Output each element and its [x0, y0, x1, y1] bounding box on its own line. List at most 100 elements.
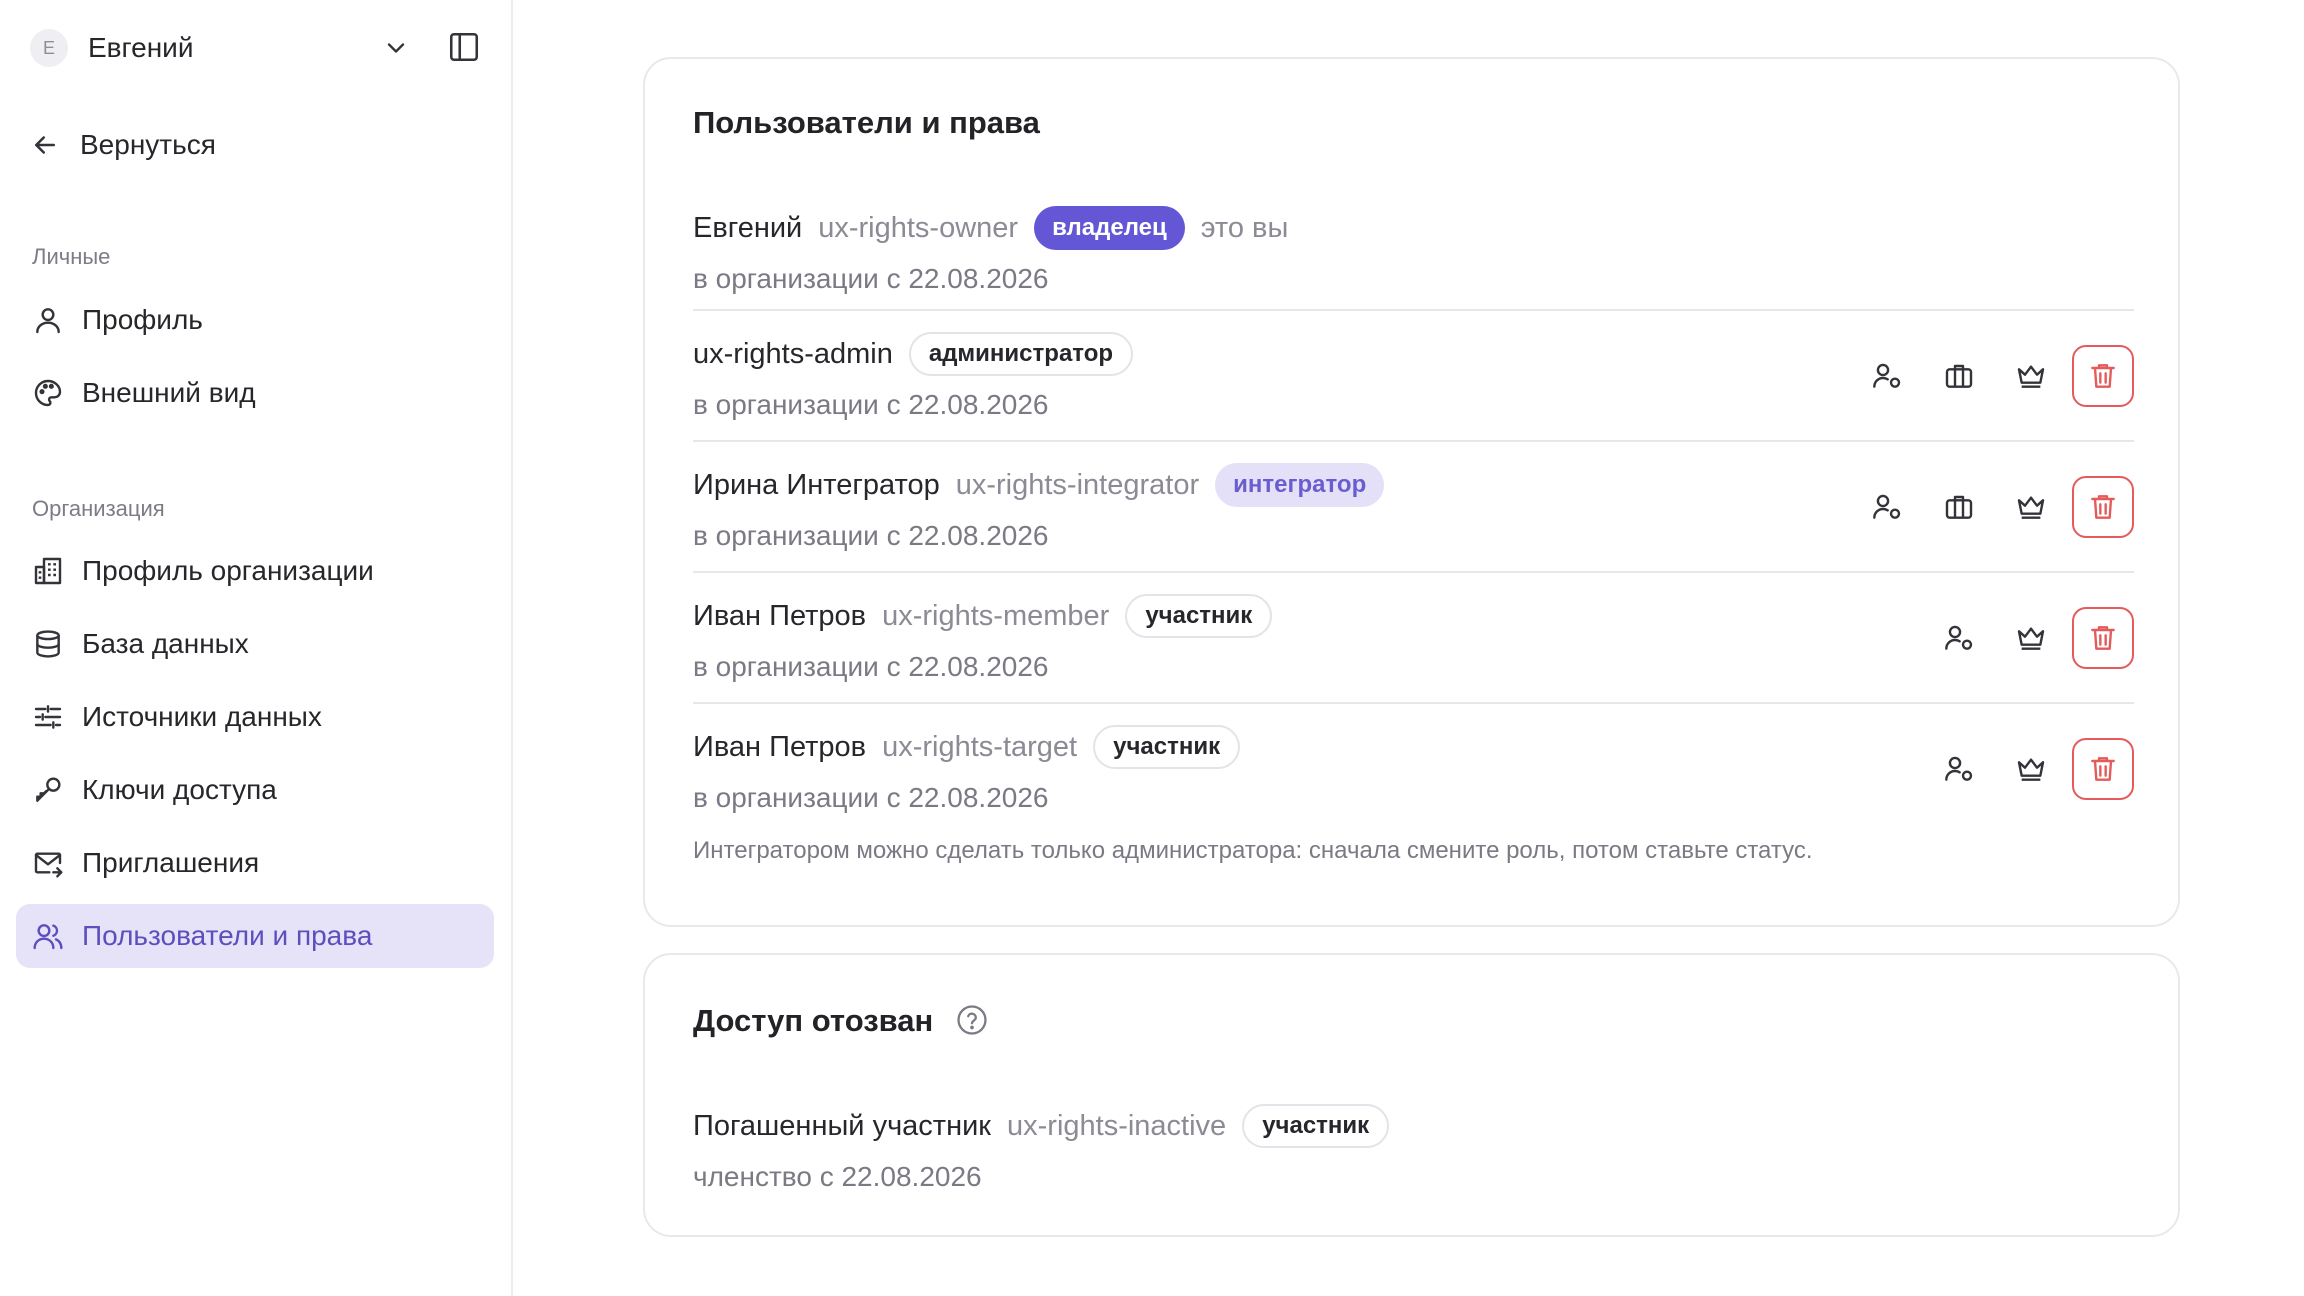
member-since: в организации с 22.08.2026 — [693, 651, 1049, 682]
make-integrator-button[interactable] — [1928, 345, 1990, 407]
crown-icon — [2017, 627, 2045, 650]
sidebar-item-database[interactable]: База данных — [16, 612, 494, 676]
delete-user-button[interactable] — [2072, 607, 2134, 669]
row-actions — [1918, 607, 2134, 669]
user-login: ux-rights-owner — [818, 211, 1019, 244]
building-icon — [34, 557, 62, 585]
sidebar-item-profile[interactable]: Профиль — [16, 288, 494, 352]
mail-icon — [34, 852, 63, 878]
sidebar: Е Евгений Вернуться Личные Профиль Внешн… — [0, 0, 513, 1296]
trash-icon — [2091, 364, 2115, 388]
revoked-access-card: Доступ отозван Погашенный участник ux-ri… — [643, 953, 2180, 1237]
arrow-left-icon — [35, 136, 55, 154]
transfer-ownership-button[interactable] — [2000, 738, 2062, 800]
card-title: Доступ отозван — [693, 1003, 934, 1038]
role-badge: участник — [1242, 1104, 1390, 1148]
role-badge: участник — [1125, 594, 1273, 638]
member-since: в организации с 22.08.2026 — [693, 389, 1049, 420]
integrator-hint: Интегратором можно сделать только админи… — [693, 837, 1813, 864]
user-row-header: Иван Петров ux-rights-member участник — [693, 593, 1273, 639]
briefcase-icon — [1945, 364, 1973, 388]
user-login: ux-rights-inactive — [1007, 1109, 1227, 1142]
sidebar-item-label: Пользователи и права — [82, 920, 373, 951]
user-row-integrator: Ирина Интегратор ux-rights-integrator ин… — [693, 440, 2134, 571]
row-actions — [1846, 345, 2134, 407]
user-login: ux-rights-integrator — [955, 468, 1200, 501]
delete-user-button[interactable] — [2072, 345, 2134, 407]
crown-icon — [2017, 365, 2045, 388]
back-label: Вернуться — [80, 129, 216, 160]
section-label-organization: Организация — [32, 496, 165, 521]
palette-icon — [34, 379, 62, 407]
user-icon — [36, 308, 60, 334]
user-name: ux-rights-admin — [693, 337, 893, 370]
transfer-ownership-button[interactable] — [2000, 607, 2062, 669]
sidebar-item-access-keys[interactable]: Ключи доступа — [16, 758, 494, 822]
trash-icon — [2091, 757, 2115, 781]
user-row-member: Иван Петров ux-rights-member участник в … — [693, 571, 2134, 702]
section-label-personal: Личные — [32, 244, 111, 269]
user-name: Евгений — [693, 211, 803, 244]
user-cog-icon — [1945, 625, 1973, 650]
users-icon — [33, 924, 63, 950]
back-link[interactable]: Вернуться — [30, 125, 216, 165]
help-icon[interactable] — [955, 1003, 989, 1037]
chevron-down-icon — [387, 43, 405, 53]
sidebar-item-label: Источники данных — [82, 701, 322, 732]
sidebar-item-invitations[interactable]: Приглашения — [16, 831, 494, 895]
change-role-button[interactable] — [1928, 738, 1990, 800]
database-icon — [36, 630, 60, 658]
user-name: Ирина Интегратор — [693, 468, 940, 501]
user-name: Евгений — [88, 32, 194, 63]
sidebar-item-org-profile[interactable]: Профиль организации — [16, 539, 494, 603]
delete-user-button[interactable] — [2072, 476, 2134, 538]
change-role-button[interactable] — [1928, 607, 1990, 669]
sidebar-item-label: Профиль — [82, 304, 203, 335]
role-badge: участник — [1093, 725, 1241, 769]
transfer-ownership-button[interactable] — [2000, 476, 2062, 538]
sidebar-item-data-sources[interactable]: Источники данных — [16, 685, 494, 749]
user-cog-icon — [1945, 756, 1973, 781]
change-role-button[interactable] — [1856, 345, 1918, 407]
self-label: это вы — [1200, 211, 1289, 244]
user-row-header: Иван Петров ux-rights-target участник — [693, 724, 1241, 770]
transfer-ownership-button[interactable] — [2000, 345, 2062, 407]
avatar: Е — [30, 29, 68, 67]
crown-icon — [2017, 496, 2045, 519]
crown-icon — [2017, 758, 2045, 781]
sidebar-item-appearance[interactable]: Внешний вид — [16, 361, 494, 425]
sidebar-toggle-icon[interactable] — [447, 30, 481, 64]
user-login: ux-rights-target — [882, 730, 1078, 763]
user-cog-icon — [1873, 363, 1901, 388]
user-row-header: ux-rights-admin администратор — [693, 331, 1134, 377]
sidebar-item-label: База данных — [82, 628, 249, 659]
user-row-header: Погашенный участник ux-rights-inactive у… — [693, 1103, 1390, 1149]
delete-user-button[interactable] — [2072, 738, 2134, 800]
app: Е Евгений Вернуться Личные Профиль Внешн… — [0, 0, 2304, 1296]
user-row-header: Евгений ux-rights-owner владелец это вы — [693, 205, 1288, 251]
briefcase-icon — [1945, 495, 1973, 519]
user-name: Погашенный участник — [693, 1109, 991, 1142]
sidebar-item-label: Профиль организации — [82, 555, 374, 586]
member-since: в организации с 22.08.2026 — [693, 520, 1049, 551]
card-title: Пользователи и права — [693, 105, 1040, 140]
member-since: членство с 22.08.2026 — [693, 1161, 982, 1192]
sidebar-item-label: Приглашения — [82, 847, 260, 878]
make-integrator-button[interactable] — [1928, 476, 1990, 538]
user-switcher[interactable]: Е Евгений — [30, 28, 410, 68]
trash-icon — [2091, 626, 2115, 650]
trash-icon — [2091, 495, 2115, 519]
user-row-admin: ux-rights-admin администратор в организа… — [693, 309, 2134, 440]
row-actions — [1918, 738, 2134, 800]
user-row-header: Ирина Интегратор ux-rights-integrator ин… — [693, 462, 1385, 508]
sidebar-item-label: Ключи доступа — [82, 774, 277, 805]
sidebar-item-label: Внешний вид — [82, 377, 256, 408]
role-badge: владелец — [1034, 206, 1185, 250]
change-role-button[interactable] — [1856, 476, 1918, 538]
user-cog-icon — [1873, 494, 1901, 519]
role-badge: интегратор — [1215, 463, 1385, 507]
sidebar-item-users-and-rights[interactable]: Пользователи и права — [16, 904, 494, 968]
revoked-user-row: Погашенный участник ux-rights-inactive у… — [693, 1095, 2134, 1226]
sliders-icon — [34, 705, 62, 729]
user-login: ux-rights-member — [882, 599, 1110, 632]
